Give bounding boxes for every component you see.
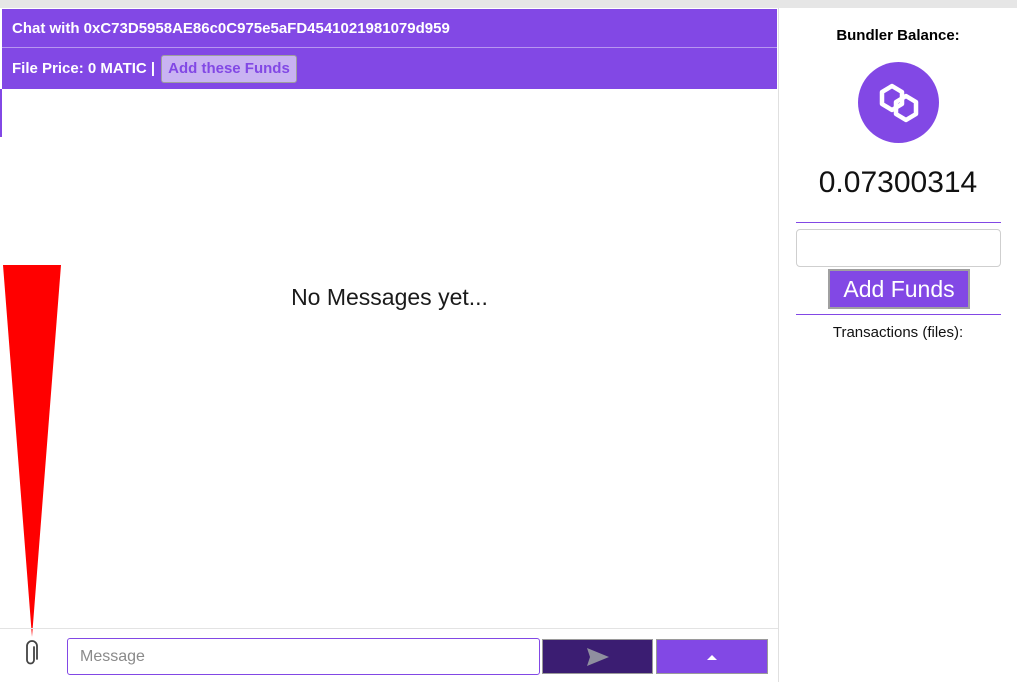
bundler-balance-title: Bundler Balance: (836, 27, 960, 44)
empty-state-message: No Messages yet... (291, 284, 488, 310)
chat-header: Chat with 0xC73D5958AE86c0C975e5aFD45410… (2, 9, 777, 47)
expand-button[interactable] (656, 639, 768, 674)
divider (796, 222, 1001, 223)
chat-title: Chat with 0xC73D5958AE86c0C975e5aFD45410… (12, 19, 450, 37)
polygon-matic-icon (858, 62, 939, 143)
messages-area: No Messages yet... (2, 89, 777, 628)
fund-amount-input[interactable] (796, 229, 1001, 267)
add-funds-button[interactable]: Add Funds (828, 269, 970, 309)
file-price-label: File Price: 0 MATIC | (12, 60, 156, 77)
transactions-label: Transactions (files): (832, 324, 964, 341)
annotation-arrow (3, 265, 61, 637)
chat-panel: Chat with 0xC73D5958AE86c0C975e5aFD45410… (0, 8, 778, 682)
send-button[interactable] (542, 639, 653, 674)
send-icon (586, 647, 609, 666)
divider (796, 314, 1001, 315)
file-price-bar: File Price: 0 MATIC | Add these Funds (2, 48, 777, 89)
paperclip-icon[interactable] (20, 640, 42, 668)
message-input[interactable] (67, 638, 540, 675)
balance-value: 0.07300314 (818, 166, 978, 199)
sidebar: Bundler Balance: 0.07300314 Add Funds Tr… (778, 8, 1017, 682)
caret-up-icon (707, 654, 717, 660)
window-top-strip (0, 0, 1017, 8)
add-these-funds-button[interactable]: Add these Funds (161, 54, 297, 83)
composer-bar (0, 628, 778, 683)
